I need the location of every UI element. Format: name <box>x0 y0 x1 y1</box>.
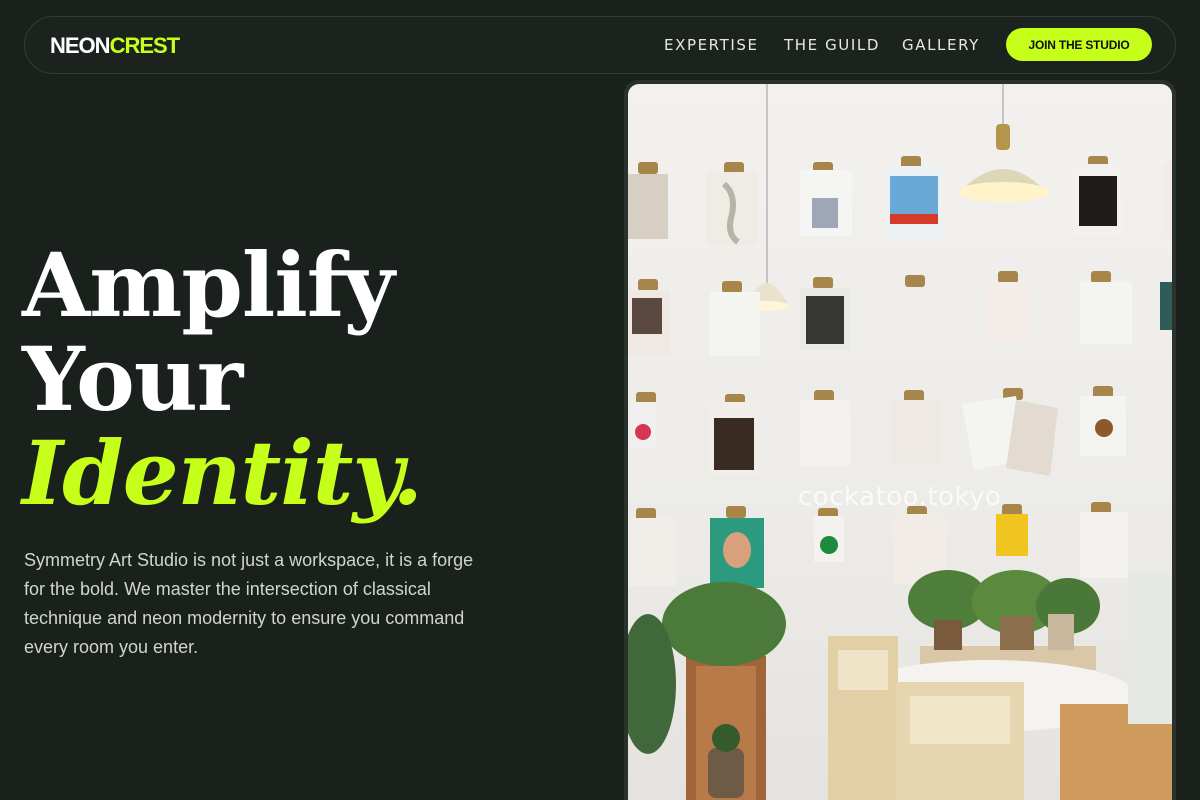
hero-title: Amplify Your Identity. <box>22 233 423 525</box>
studio-photo: cockatoo.tokyo <box>628 84 1172 800</box>
brand-logo[interactable]: NEONCREST <box>50 33 181 59</box>
image-watermark: cockatoo.tokyo <box>798 482 1002 512</box>
hero-image-frame: cockatoo.tokyo <box>624 80 1176 800</box>
top-nav: NEONCREST EXPERTISE THE GUILD GALLERY JO… <box>24 16 1176 74</box>
nav-link-expertise[interactable]: EXPERTISE <box>664 36 759 54</box>
brand-logo-part2: CREST <box>109 33 181 58</box>
hero-title-line-3: Identity. <box>22 421 423 525</box>
nav-link-gallery[interactable]: GALLERY <box>902 36 980 54</box>
hero-title-line-1: Amplify <box>22 233 395 337</box>
nav-link-the-guild[interactable]: THE GUILD <box>784 36 880 54</box>
brand-logo-part1: NEON <box>50 33 111 58</box>
join-studio-button[interactable]: JOIN THE STUDIO <box>1006 28 1152 61</box>
hero-description: Symmetry Art Studio is not just a worksp… <box>24 550 474 657</box>
hero-title-line-2: Your <box>22 327 243 431</box>
studio-photo-illustration <box>628 84 1172 800</box>
